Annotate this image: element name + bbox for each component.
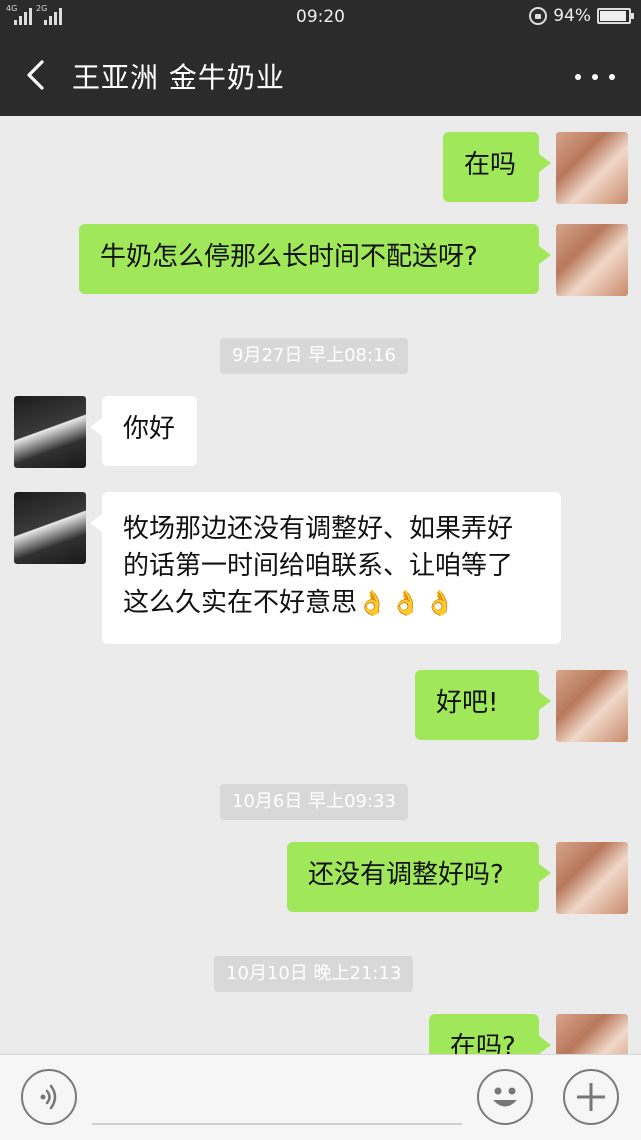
input-bar <box>0 1054 641 1140</box>
my-avatar[interactable] <box>556 670 628 742</box>
message-bubble-sent[interactable]: 好吧! <box>415 670 551 740</box>
message-bubble-sent[interactable]: 在吗? <box>429 1014 551 1054</box>
message-text: 好吧! <box>436 688 499 718</box>
timestamp-label: 10月10日 晚上21:13 <box>214 956 414 992</box>
back-arrow-icon[interactable] <box>20 57 56 93</box>
chat-title: 王亚洲 金牛奶业 <box>72 61 285 94</box>
message-line: 这么久实在不好意思 <box>123 588 358 618</box>
status-bar: 4G 2G 09:20 94% <box>0 0 641 36</box>
timestamp-label: 9月27日 早上08:16 <box>220 338 408 374</box>
message-bubble-received[interactable]: 牧场那边还没有调整好、如果弄好 的话第一时间给咱联系、让咱等了 这么久实在不好意… <box>90 492 561 644</box>
contact-avatar[interactable] <box>14 492 86 564</box>
my-avatar[interactable] <box>556 1014 628 1054</box>
message-line: 牧场那边还没有调整好、如果弄好 <box>123 514 514 544</box>
timestamp-label: 10月6日 早上09:33 <box>220 784 408 820</box>
voice-icon[interactable] <box>21 1069 77 1125</box>
message-text: 还没有调整好吗? <box>308 860 504 890</box>
message-bubble-sent[interactable]: 还没有调整好吗? <box>287 842 551 912</box>
my-avatar[interactable] <box>556 224 628 296</box>
rotation-lock-icon <box>529 7 548 25</box>
message-line: 的话第一时间给咱联系、让咱等了 <box>123 551 514 581</box>
message-text: 在吗? <box>450 1032 516 1054</box>
message-bubble-received[interactable]: 你好 <box>90 396 197 466</box>
battery-percent: 94% <box>553 6 591 26</box>
more-dots-icon[interactable] <box>575 62 615 92</box>
emoji-icon[interactable] <box>477 1069 533 1125</box>
message-input[interactable] <box>92 1069 462 1125</box>
my-avatar[interactable] <box>556 842 628 914</box>
message-bubble-sent[interactable]: 在吗 <box>443 132 551 202</box>
my-avatar[interactable] <box>556 132 628 204</box>
chat-header: 王亚洲 金牛奶业 <box>0 36 641 116</box>
message-text: 你好 <box>123 414 176 444</box>
message-text: 在吗 <box>464 150 517 180</box>
contact-avatar[interactable] <box>14 396 86 468</box>
message-text: 牛奶怎么停那么长时间不配送呀? <box>100 242 478 272</box>
ok-hand-emoji-icon: 👌👌👌 <box>357 589 459 617</box>
message-bubble-sent[interactable]: 牛奶怎么停那么长时间不配送呀? <box>79 224 551 294</box>
plus-icon[interactable] <box>563 1069 619 1125</box>
message-list[interactable]: 在吗 牛奶怎么停那么长时间不配送呀? 9月27日 早上08:16 你好 牧场那边… <box>0 116 641 1054</box>
battery-icon <box>597 8 634 24</box>
